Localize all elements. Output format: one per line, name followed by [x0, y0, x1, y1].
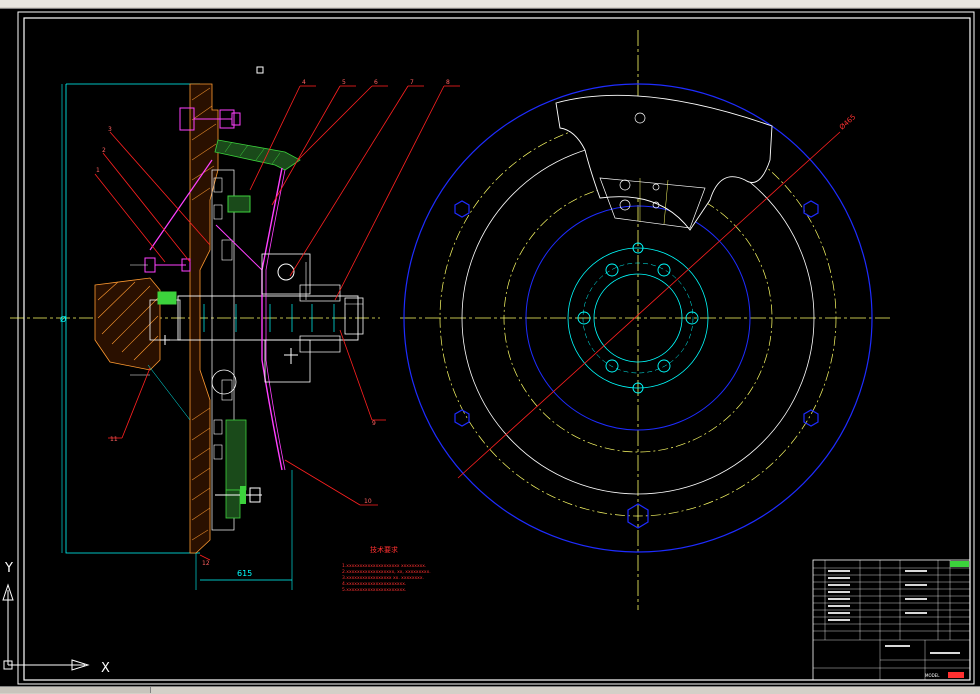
part-number-8: 8 [446, 79, 450, 86]
diameter-label: Ø465 [838, 113, 857, 132]
front-view: Ø465 [400, 30, 890, 610]
part-number-7: 7 [410, 79, 414, 86]
grip-square[interactable] [256, 66, 264, 74]
part-number-5: 5 [342, 79, 346, 86]
toolbar-segment[interactable] [800, 0, 980, 7]
ucs-x-label: X [101, 661, 110, 676]
toolbar-segment[interactable] [120, 0, 361, 7]
width-dimension: 615 [237, 569, 252, 578]
layout-tab[interactable] [60, 687, 106, 693]
technical-requirements: 技术要求 1.xxxxxxxxxxxxxxxxxxxx xxxxxxxxx. 2… [342, 545, 431, 593]
tech-req-line: 5.xxxxxxxxxxxxxxxxxxxxxx. [342, 587, 406, 593]
part-number-11: 11 [110, 436, 118, 443]
drawing-canvas[interactable]: Ø 615 1 2 3 4 5 6 7 8 9 10 11 12 技术要求 1.… [0, 8, 980, 686]
part-number-9: 9 [372, 420, 376, 427]
ucs-y-label: Y [4, 561, 13, 576]
section-view: Ø 615 1 2 3 4 5 6 7 8 9 10 11 12 [10, 79, 460, 590]
title-block-logo: MODEL [925, 673, 940, 678]
part-number-1: 1 [96, 167, 100, 174]
part-number-6: 6 [374, 79, 378, 86]
tech-req-line: 1.xxxxxxxxxxxxxxxxxxxx xxxxxxxxx. [342, 563, 426, 569]
toolbar-segment[interactable] [0, 0, 121, 7]
inner-frame [23, 17, 971, 681]
toolbar-segment[interactable] [360, 0, 801, 7]
tech-req-line: 4.xxxxxxxxxxxxxxxxxxxxxx. [342, 581, 406, 587]
tech-req-line: 2.xxxxxxxxxxxxxxxxxx, xx, xxxxxxxxx. [342, 569, 431, 575]
part-number-12: 12 [202, 560, 210, 567]
ucs-icon: Y X [2, 561, 110, 676]
part-number-2: 2 [102, 147, 106, 154]
left-dimension-marker: Ø [60, 314, 66, 324]
part-number-3: 3 [108, 126, 112, 133]
title-block: MODEL [812, 559, 971, 681]
part-number-10: 10 [364, 498, 372, 505]
outer-frame [17, 11, 975, 685]
model-tab[interactable] [0, 687, 61, 693]
layout-tab[interactable] [105, 687, 151, 693]
part-number-4: 4 [302, 79, 306, 86]
tech-req-title: 技术要求 [370, 545, 398, 554]
tech-req-line: 3.xxxxxxxxxxxxxxxxx xx. xxxxxxxx. [342, 575, 424, 581]
